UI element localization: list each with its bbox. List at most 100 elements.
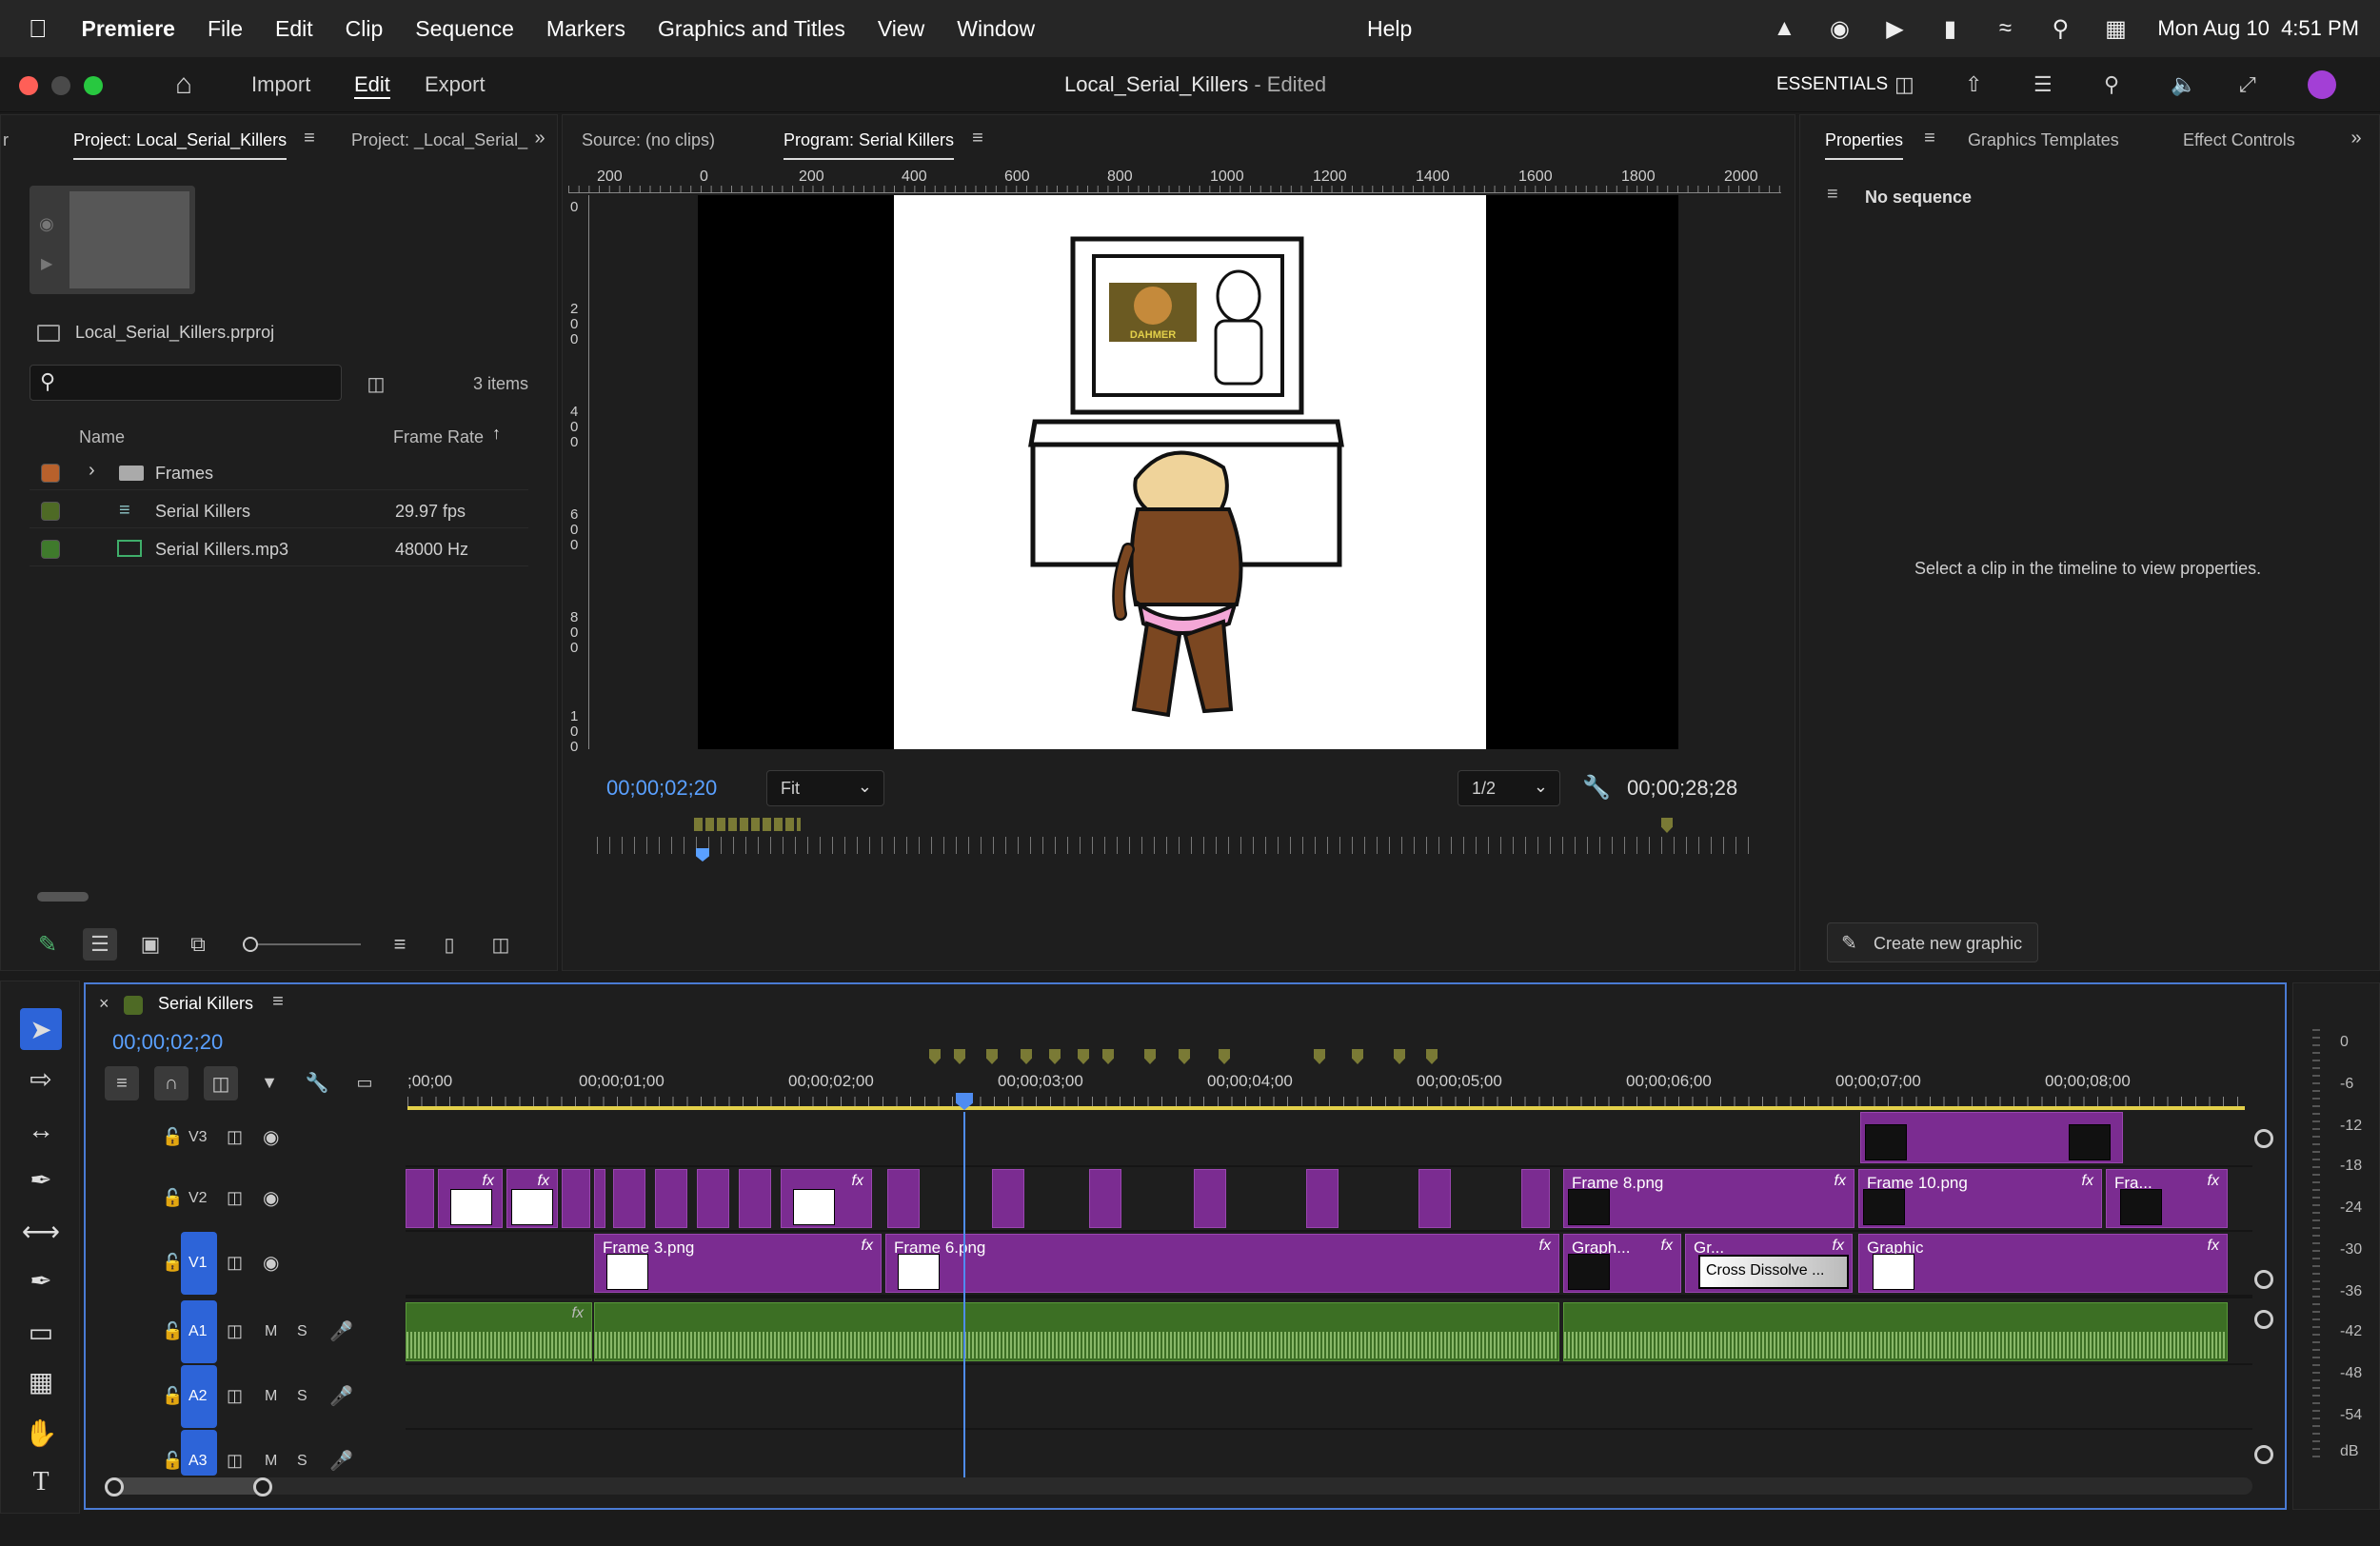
track-header-v3[interactable]: 🔓 V3 ◫ ◉ bbox=[86, 1114, 406, 1163]
create-graphic-button[interactable]: ✎ Create new graphic bbox=[1827, 922, 2038, 962]
timeline-scroll-right-handle[interactable] bbox=[253, 1477, 272, 1496]
mute-button[interactable]: M bbox=[265, 1453, 277, 1470]
lock-icon[interactable]: 🔓 bbox=[162, 1188, 183, 1208]
insert-nest-icon[interactable]: ≡ bbox=[105, 1066, 139, 1100]
clip-graphic-1[interactable]: Graph... fx bbox=[1563, 1234, 1681, 1293]
clip-v3[interactable] bbox=[1860, 1112, 2123, 1163]
wifi-icon[interactable]: ≈ bbox=[1992, 15, 2018, 42]
horizontal-scrollbar[interactable] bbox=[37, 892, 89, 902]
track-header-a3[interactable]: 🔓 A3 ◫ M S 🎤 bbox=[86, 1430, 406, 1476]
close-window-button[interactable] bbox=[19, 76, 38, 95]
clip-frame-8[interactable]: Frame 8.png fx bbox=[1563, 1169, 1854, 1228]
column-frame-rate[interactable]: Frame Rate bbox=[393, 427, 484, 447]
cross-dissolve-transition[interactable]: Cross Dissolve ... bbox=[1698, 1255, 1849, 1289]
apple-icon[interactable]:  bbox=[29, 14, 48, 44]
pencil-icon[interactable]: ✎ bbox=[33, 930, 62, 959]
clip-frame-3[interactable]: Frame 3.png fx bbox=[594, 1234, 882, 1293]
automate-sequence-icon[interactable]: ▯ bbox=[435, 930, 464, 959]
tab-source[interactable]: Source: (no clips) bbox=[582, 130, 715, 150]
control-center-icon[interactable]: ▦ bbox=[2102, 15, 2129, 42]
track-select-tool[interactable]: ⇨ bbox=[20, 1058, 62, 1100]
zoom-select[interactable]: Fit ⌄ bbox=[766, 770, 884, 806]
clip-frame-6[interactable]: Frame 6.png fx bbox=[885, 1234, 1559, 1293]
spotlight-icon[interactable]: ⚲ bbox=[2047, 15, 2073, 42]
menu-clip[interactable]: Clip bbox=[346, 16, 384, 42]
pen-tool[interactable]: ✒ bbox=[20, 1259, 62, 1301]
sequence-tab[interactable]: Serial Killers bbox=[158, 994, 253, 1014]
track-header-v2[interactable]: 🔓 V2 ◫ ◉ bbox=[86, 1167, 406, 1230]
sync-icon[interactable]: ◫ bbox=[227, 1188, 243, 1208]
freeform-view-icon[interactable]: ⧉ bbox=[184, 930, 212, 959]
clip-graphic-3[interactable]: Graphic fx bbox=[1858, 1234, 2228, 1293]
sync-icon[interactable]: ◫ bbox=[227, 1127, 243, 1147]
reframe-tool[interactable]: ▦ bbox=[20, 1360, 62, 1402]
captions-icon[interactable]: ▭ bbox=[350, 1068, 379, 1097]
minimize-window-button[interactable] bbox=[51, 76, 70, 95]
list-item[interactable]: › Frames bbox=[30, 454, 528, 490]
eye-icon[interactable]: ◉ bbox=[263, 1125, 279, 1149]
clip-v2[interactable] bbox=[1306, 1169, 1339, 1228]
mic-icon[interactable]: 🎤 bbox=[329, 1449, 353, 1473]
sync-icon[interactable]: ◫ bbox=[227, 1451, 243, 1471]
work-area-bar[interactable] bbox=[407, 1106, 2245, 1110]
clip-v2[interactable] bbox=[562, 1169, 590, 1228]
clip-v2[interactable] bbox=[1521, 1169, 1550, 1228]
close-sequence-icon[interactable]: × bbox=[99, 994, 109, 1014]
clip-v2[interactable] bbox=[739, 1169, 771, 1228]
label-color-swatch[interactable] bbox=[41, 502, 60, 521]
workspace-label[interactable]: ESSENTIALS bbox=[1776, 57, 1888, 112]
settings-wrench-icon[interactable]: 🔧 bbox=[1581, 772, 1612, 803]
share-icon[interactable]: ⇧ bbox=[1965, 57, 1982, 112]
type-tool[interactable]: T bbox=[20, 1461, 62, 1503]
label-color-swatch[interactable] bbox=[41, 464, 60, 483]
creative-cloud-icon[interactable]: ◉ bbox=[1826, 15, 1853, 42]
hand-tool[interactable]: ✋ bbox=[20, 1412, 62, 1454]
solo-button[interactable]: S bbox=[297, 1388, 307, 1405]
add-marker-icon[interactable]: ▼ bbox=[255, 1068, 284, 1097]
clip-v2[interactable] bbox=[1089, 1169, 1121, 1228]
home-icon[interactable]: ⌂ bbox=[175, 57, 192, 112]
audio-clip[interactable]: fx bbox=[406, 1302, 592, 1361]
timeline-menu-icon[interactable]: ≡ bbox=[267, 990, 289, 1013]
sync-icon[interactable]: ◫ bbox=[227, 1386, 243, 1406]
clip-frame-10[interactable]: Frame 10.png fx bbox=[1858, 1169, 2102, 1228]
quality-select[interactable]: 1/2 ⌄ bbox=[1458, 770, 1560, 806]
mute-button[interactable]: M bbox=[265, 1323, 277, 1340]
panel-prev-tab[interactable]: r bbox=[3, 130, 9, 150]
menu-app[interactable]: Premiere bbox=[82, 16, 175, 42]
label-color-swatch[interactable] bbox=[41, 540, 60, 559]
panel-layout-icon[interactable]: ◫ bbox=[1894, 57, 1914, 112]
clip-v2-last[interactable]: Fra... fx bbox=[2106, 1169, 2228, 1228]
timeline-scroll-thumb[interactable] bbox=[107, 1477, 270, 1495]
clip-v2[interactable] bbox=[1194, 1169, 1226, 1228]
drive-icon[interactable]: ▲ bbox=[1771, 15, 1797, 42]
clip-v2[interactable] bbox=[594, 1169, 605, 1228]
audio-scroll-handle-top[interactable] bbox=[2254, 1310, 2273, 1329]
bin-search-icon[interactable]: ◫ bbox=[363, 370, 389, 397]
nav-export[interactable]: Export bbox=[425, 57, 486, 112]
solo-button[interactable]: S bbox=[297, 1323, 307, 1340]
clip-v2[interactable] bbox=[613, 1169, 645, 1228]
track-name[interactable]: A3 bbox=[188, 1453, 208, 1470]
track-name[interactable]: V3 bbox=[188, 1129, 208, 1146]
zoom-slider-handle[interactable] bbox=[243, 937, 258, 952]
track-name[interactable]: V2 bbox=[188, 1190, 208, 1207]
fullscreen-icon[interactable]: ⤢ bbox=[2239, 57, 2256, 112]
menu-view[interactable]: View bbox=[878, 16, 924, 42]
rectangle-tool[interactable]: ▭ bbox=[20, 1311, 62, 1353]
track-name[interactable]: V1 bbox=[188, 1255, 208, 1272]
play-circle-icon[interactable]: ▶ bbox=[1881, 15, 1908, 42]
clip-v2[interactable]: fx bbox=[781, 1169, 872, 1228]
mic-icon[interactable]: 🎤 bbox=[329, 1319, 353, 1343]
razor-tool[interactable]: ✒ bbox=[20, 1159, 62, 1200]
playhead-line[interactable] bbox=[963, 1112, 965, 1477]
tab-program[interactable]: Program: Serial Killers bbox=[783, 130, 955, 160]
monitor-menu-icon[interactable]: ≡ bbox=[966, 127, 989, 149]
overflow-tabs-icon[interactable]: » bbox=[2345, 127, 2368, 149]
video-scroll-handle-top[interactable] bbox=[2254, 1129, 2273, 1148]
new-bin-icon[interactable]: ◫ bbox=[486, 930, 515, 959]
ripple-edit-tool[interactable]: ↔ bbox=[20, 1109, 62, 1151]
user-avatar[interactable] bbox=[2308, 57, 2336, 112]
clip-v2[interactable] bbox=[887, 1169, 920, 1228]
column-name[interactable]: Name bbox=[79, 427, 125, 447]
